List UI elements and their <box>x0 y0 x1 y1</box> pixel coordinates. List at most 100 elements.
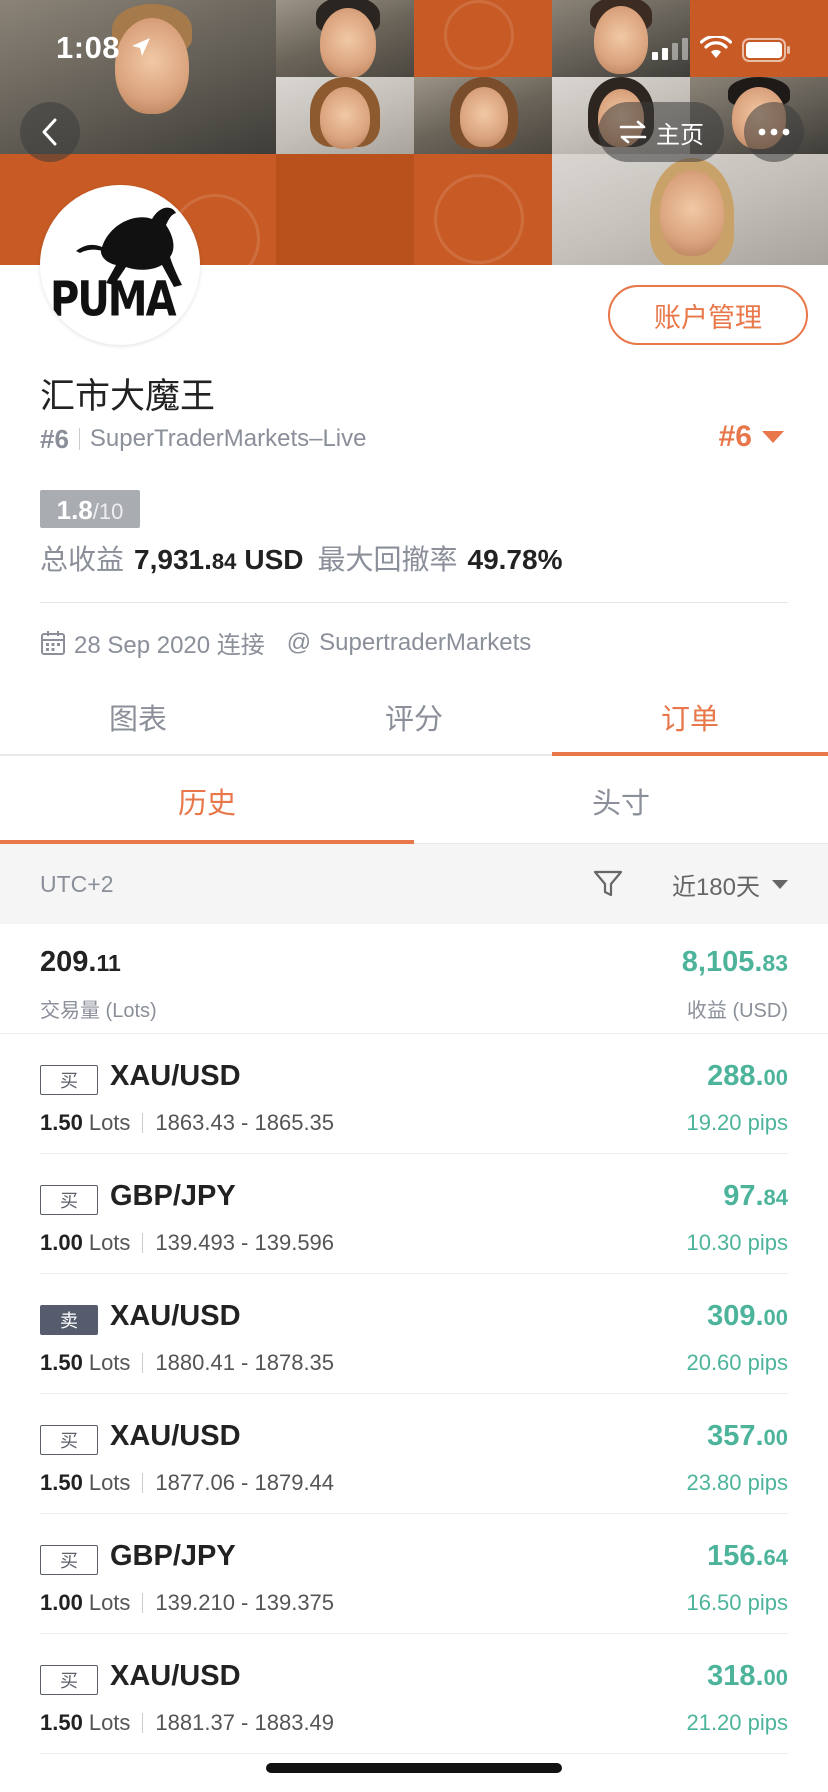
divider <box>40 602 788 603</box>
stats-row: 总收益 7,931.84 USD 最大回撤率 49.78% <box>40 538 562 578</box>
back-button[interactable] <box>20 102 80 162</box>
signal-icon <box>652 38 688 60</box>
list-item[interactable]: 买 GBP/JPY 1.00 Lots 139.493 - 139.596 97.8… <box>40 1154 788 1274</box>
wifi-icon <box>700 36 732 58</box>
more-options-button[interactable] <box>744 102 804 162</box>
list-item[interactable]: 买 XAU/USD 1.50 Lots 1877.06 - 1879.44 357.… <box>40 1394 788 1514</box>
total-profit-summary-int: 8,105. <box>681 946 763 978</box>
back-chevron-icon <box>42 118 57 146</box>
order-pair: XAU/USD <box>110 1420 241 1452</box>
order-pair: XAU/USD <box>110 1300 241 1332</box>
order-pair: XAU/USD <box>110 1060 241 1092</box>
side-badge: 买 <box>40 1665 98 1695</box>
list-item[interactable]: 卖 XAU/USD 1.50 Lots 1880.41 - 1878.35 309.… <box>40 1274 788 1394</box>
order-profit-int: 97. <box>723 1180 764 1212</box>
order-profit: 97.84 <box>723 1180 788 1213</box>
swap-arrows-icon <box>619 120 647 144</box>
home-indicator[interactable] <box>266 1763 562 1773</box>
cover-photo-tile <box>276 77 414 154</box>
total-lots-dec: 11 <box>96 950 121 976</box>
list-item[interactable]: 买 GBP/JPY 1.00 Lots 139.210 - 139.375 156.… <box>40 1514 788 1634</box>
order-profit-int: 156. <box>707 1540 764 1572</box>
order-lots: 1.50 <box>40 1710 83 1735</box>
total-lots-label: 交易量 (Lots) <box>40 1000 157 1022</box>
total-profit-summary-dec: 83 <box>762 950 788 976</box>
order-profit-int: 288. <box>707 1060 764 1092</box>
status-time: 1:08 <box>56 30 121 65</box>
side-badge: 买 <box>40 1425 98 1455</box>
date-range-dropdown[interactable]: 近180天 <box>672 867 788 902</box>
cover-pattern-tile <box>414 154 552 265</box>
total-profit-unit: USD <box>244 544 304 575</box>
order-pair: GBP/JPY <box>110 1180 236 1212</box>
home-button-label: 主页 <box>656 121 704 149</box>
subtab-history[interactable]: 历史 <box>0 758 414 844</box>
order-pair: XAU/USD <box>110 1660 241 1692</box>
divider <box>78 428 80 450</box>
list-item[interactable]: 买 XAU/USD 1.50 Lots 1881.37 - 1883.49 318.… <box>40 1634 788 1754</box>
total-profit-dec: 84 <box>211 549 237 574</box>
score-badge: 1.8 /10 <box>40 490 140 528</box>
order-profit-dec: 00 <box>763 1065 788 1090</box>
cover-photo-tile <box>414 77 552 154</box>
rank-broker-row: #6 SuperTraderMarkets–Live <box>40 424 366 454</box>
rank-dropdown-value: #6 <box>718 420 752 453</box>
order-price-range: 1881.37 - 1883.49 <box>155 1710 335 1735</box>
handle-link[interactable]: SupertraderMarkets <box>319 629 531 657</box>
subtab-positions[interactable]: 头寸 <box>414 758 828 843</box>
meta-row: 28 Sep 2020 连接 @ SupertraderMarkets <box>40 625 531 660</box>
main-tabs: 图表 评分 订单 <box>0 680 828 756</box>
side-badge: 卖 <box>40 1305 98 1335</box>
orders-summary: 209.11 交易量 (Lots) 8,105.83 收益 (USD) <box>0 924 828 1034</box>
calendar-icon <box>41 630 65 655</box>
order-pips: 21.20 pips <box>686 1710 788 1735</box>
drawdown-label: 最大回撤率 <box>317 544 458 575</box>
order-lots-unit: Lots <box>88 1590 131 1615</box>
order-lots: 1.00 <box>40 1230 83 1255</box>
score-total: /10 <box>92 499 124 524</box>
rank-label: #6 <box>40 423 69 454</box>
order-detail: 1.50 Lots 1880.41 - 1878.35 <box>40 1350 334 1376</box>
order-price-range: 1863.43 - 1865.35 <box>155 1110 335 1135</box>
order-profit: 288.00 <box>707 1060 788 1093</box>
total-profit-value: 7,931.84 <box>134 544 236 576</box>
order-profit-dec: 00 <box>763 1305 788 1330</box>
order-lots-unit: Lots <box>88 1710 131 1735</box>
cover-photo-tile <box>276 0 414 78</box>
date-range-label: 近180天 <box>671 873 760 901</box>
order-profit-dec: 64 <box>763 1545 788 1570</box>
order-lots-unit: Lots <box>88 1230 131 1255</box>
connected-date: 28 Sep 2020 连接 <box>74 632 265 659</box>
total-profit-summary-label: 收益 (USD) <box>686 1000 788 1022</box>
order-list: 买 XAU/USD 1.50 Lots 1863.43 - 1865.35 288.… <box>0 1034 828 1754</box>
order-price-range: 1880.41 - 1878.35 <box>155 1350 335 1375</box>
order-detail: 1.50 Lots 1863.43 - 1865.35 <box>40 1110 334 1136</box>
total-lots-int: 209. <box>40 946 97 978</box>
rank-dropdown[interactable]: #6 <box>719 420 784 454</box>
order-detail: 1.50 Lots 1881.37 - 1883.49 <box>40 1710 334 1736</box>
side-badge: 买 <box>40 1065 98 1095</box>
list-item[interactable]: 买 XAU/USD 1.50 Lots 1863.43 - 1865.35 288.… <box>40 1034 788 1154</box>
order-profit-dec: 00 <box>763 1665 788 1690</box>
tab-orders[interactable]: 订单 <box>552 680 828 756</box>
order-profit-int: 318. <box>707 1660 764 1692</box>
side-badge: 买 <box>40 1545 98 1575</box>
order-pair: GBP/JPY <box>110 1540 236 1572</box>
order-pips: 19.20 pips <box>686 1110 788 1135</box>
home-button[interactable]: 主页 <box>598 102 724 162</box>
dropdown-triangle-icon <box>762 431 784 443</box>
total-profit-int: 7,931. <box>134 544 212 575</box>
order-lots-unit: Lots <box>88 1350 131 1375</box>
score-value: 1.8 <box>56 495 93 525</box>
funnel-icon[interactable] <box>592 868 624 900</box>
order-price-range: 1877.06 - 1879.44 <box>155 1470 335 1495</box>
cover-photo-tile <box>552 154 828 265</box>
account-management-button[interactable]: 账户管理 <box>608 285 808 345</box>
total-profit: 8,105.83 <box>682 946 788 979</box>
total-profit-label: 总收益 <box>40 544 125 575</box>
tab-rating[interactable]: 评分 <box>276 680 552 754</box>
filter-bar: UTC+2 近180天 <box>0 844 828 924</box>
location-arrow-icon <box>132 38 150 56</box>
tab-chart[interactable]: 图表 <box>0 680 276 754</box>
avatar: PUMA <box>40 185 200 345</box>
